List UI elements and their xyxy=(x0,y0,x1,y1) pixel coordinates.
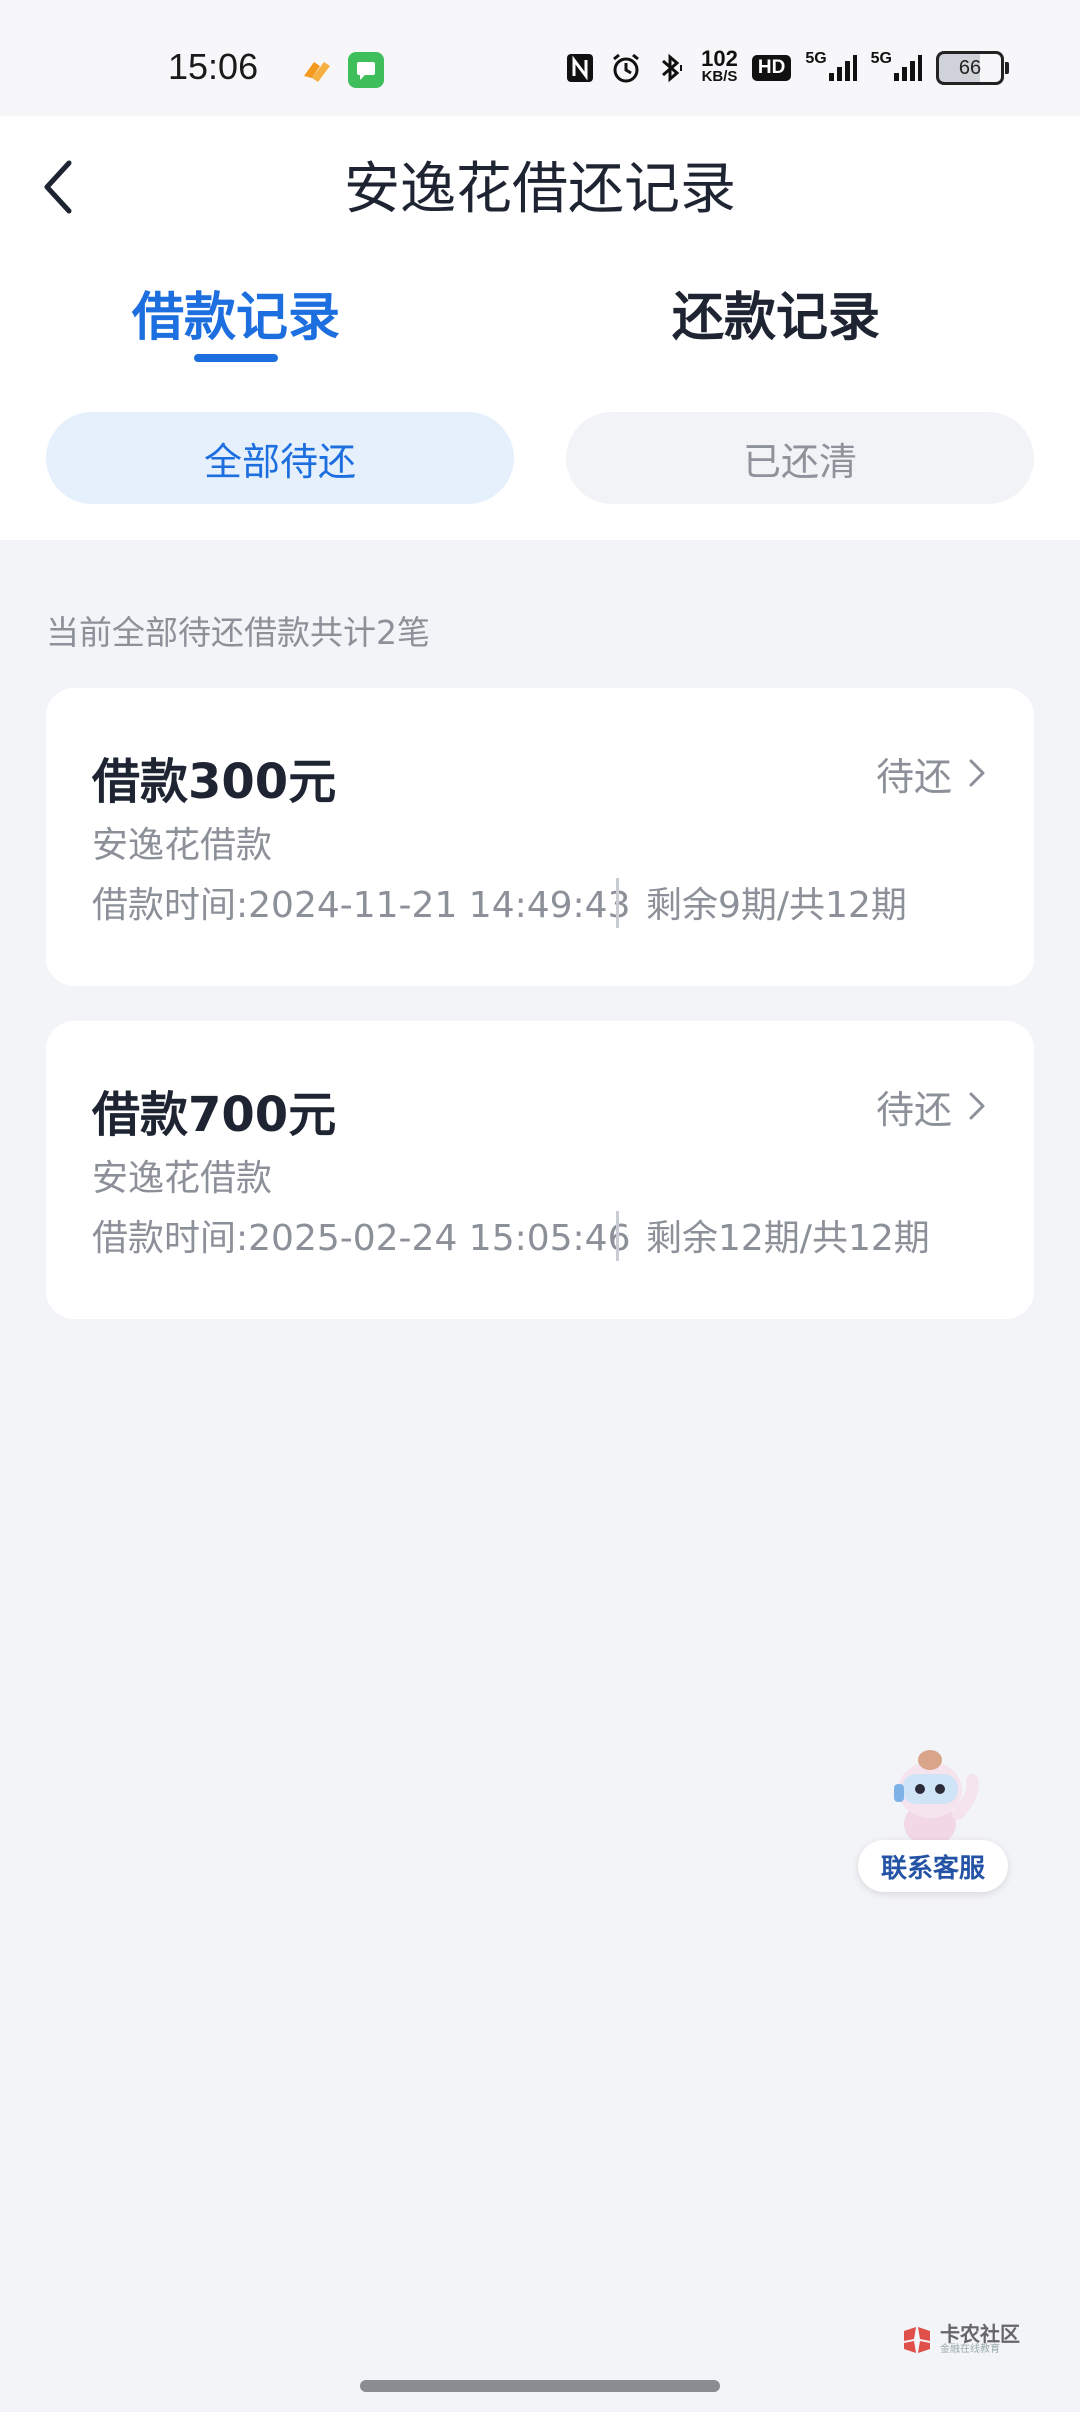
chevron-right-icon xyxy=(969,1092,985,1120)
bluetooth-icon xyxy=(657,50,687,86)
watermark-logo-icon xyxy=(904,2327,930,2353)
signal-1-label: 5G xyxy=(805,50,827,67)
message-app-icon xyxy=(348,52,384,88)
loan-amount: 借款300元 xyxy=(92,754,337,810)
loan-card[interactable]: 借款300元 待还 安逸花借款 借款时间:2024-11-21 14:49:43… xyxy=(46,688,1034,986)
nfc-icon xyxy=(565,50,595,86)
divider xyxy=(616,878,619,928)
filter-paid-off[interactable]: 已还清 xyxy=(566,412,1034,504)
loan-product: 安逸花借款 xyxy=(92,1158,273,1199)
status-indicators: 102 KB/S HD 5G 5G 66 xyxy=(565,46,1009,90)
mascot-icon xyxy=(894,1750,979,1846)
loan-amount: 借款700元 xyxy=(92,1087,337,1143)
watermark: 卡农社区 金融在线教育 xyxy=(900,2320,1030,2360)
loan-status: 待还 xyxy=(875,755,952,799)
home-indicator[interactable] xyxy=(360,2380,720,2392)
divider xyxy=(616,1211,619,1261)
pending-summary: 当前全部待还借款共计2笔 xyxy=(46,613,430,652)
loan-time: 借款时间:2025-02-24 15:05:46 xyxy=(92,1218,631,1259)
network-speed-value: 102 xyxy=(701,46,738,71)
tab-active-indicator xyxy=(194,354,278,362)
loan-periods: 剩余9期/共12期 xyxy=(646,885,907,926)
hd-icon: HD xyxy=(751,55,792,81)
signal-2-label: 5G xyxy=(870,50,892,67)
tab-loan-records[interactable]: 借款记录 xyxy=(86,282,386,354)
chevron-right-icon xyxy=(969,759,985,787)
loan-time: 借款时间:2024-11-21 14:49:43 xyxy=(92,885,631,926)
page-title: 安逸花借还记录 xyxy=(344,157,736,222)
loan-status: 待还 xyxy=(875,1088,952,1132)
customer-service-button[interactable]: 联系客服 xyxy=(858,1744,1010,1894)
alarm-icon xyxy=(609,50,643,86)
header: 安逸花借还记录 借款记录 还款记录 全部待还 已还清 xyxy=(0,116,1080,540)
signal-icon: 5G xyxy=(805,50,857,86)
network-speed: 102 KB/S xyxy=(701,46,738,86)
filter-all-pending[interactable]: 全部待还 xyxy=(46,412,514,504)
status-bar: 15:06 102 KB/S HD 5G 5G 66 xyxy=(0,0,1080,116)
loan-periods: 剩余12期/共12期 xyxy=(646,1218,930,1259)
battery-icon: 66 xyxy=(936,51,1009,85)
customer-service-label: 联系客服 xyxy=(858,1840,1008,1892)
loan-product: 安逸花借款 xyxy=(92,825,273,866)
loan-card[interactable]: 借款700元 待还 安逸花借款 借款时间:2025-02-24 15:05:46… xyxy=(46,1021,1034,1319)
network-speed-unit: KB/S xyxy=(701,68,738,85)
tab-repayment-records[interactable]: 还款记录 xyxy=(626,282,926,354)
signal-2-icon: 5G xyxy=(871,50,922,86)
app-notification-icon xyxy=(298,52,334,88)
battery-level: 66 xyxy=(958,56,982,79)
watermark-main: 卡农社区 xyxy=(940,2322,1020,2346)
status-time: 15:06 xyxy=(168,46,259,87)
watermark-text: 卡农社区 金融在线教育 xyxy=(940,2324,1020,2356)
